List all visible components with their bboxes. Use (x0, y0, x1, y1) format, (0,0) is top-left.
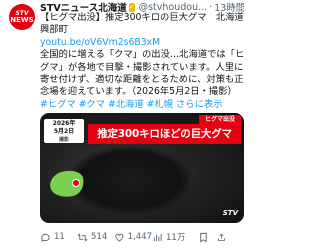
view-count: 11万 (166, 233, 186, 243)
views-button[interactable]: 11万 (152, 229, 198, 245)
share-button[interactable] (217, 229, 229, 245)
retweet-count: 514 (91, 232, 108, 242)
bookmark-icon (200, 232, 207, 242)
post-text-line: グマ」が各地で目撃・撮影されています。人里に (40, 61, 244, 73)
post-text-line: 興部町 (40, 24, 68, 36)
like-count: 1,447 (127, 232, 152, 242)
separator-dot: · (209, 1, 213, 13)
map-pin-icon (72, 179, 80, 187)
media-logo: STV (222, 209, 238, 217)
bookmark-button[interactable] (198, 229, 217, 245)
post-link[interactable]: youtu.be/oV6Vm2s6B3xM (40, 37, 246, 49)
like-button[interactable]: 1,447 (114, 229, 152, 245)
date-day: 5月2日 (53, 128, 75, 135)
retweet-icon (77, 233, 88, 241)
reply-count: 11 (54, 232, 65, 242)
heart-icon (115, 233, 124, 242)
hashtags[interactable]: #ヒグマ #クマ #北海道 #札幌 (40, 99, 173, 110)
views-icon (153, 233, 162, 241)
date-box: 2026年 5月2日 撮影 (44, 119, 84, 143)
post-text-line: 寄せ付けず、適切な距離をとるために、対策も正 (40, 74, 244, 86)
reply-button[interactable]: 11 (40, 229, 77, 245)
post-text-line: 全国的に増える「クマ」の出没…北海道では「ヒ (40, 49, 245, 61)
avatar[interactable]: STV NEWS (9, 4, 35, 30)
post-text: 【ヒグマ出没】推定300キロの巨大グマ 北海道 興部町 youtu.be/oV6… (40, 12, 246, 111)
post-media[interactable]: 2026年 5月2日 撮影 ヒグマ出没 推定300キロほどの巨大グマ STV (40, 113, 244, 223)
map-landmass (47, 167, 87, 201)
avatar-text-bottom: NEWS (10, 15, 34, 24)
date-year: 2026年 (52, 120, 76, 127)
verified-badge-icon: ✓ (128, 2, 135, 12)
post-text-line: 【ヒグマ出没】推定300キロの巨大グマ 北海道 (40, 12, 244, 23)
retweet-button[interactable]: 514 (77, 229, 114, 245)
action-bar: 11 514 1,447 11万 (40, 229, 246, 245)
date-caption: 撮影 (58, 137, 69, 143)
hokkaido-map-icon (46, 165, 90, 205)
account-handle[interactable]: @stvhoudou... (139, 2, 208, 13)
media-banner: 推定300キロほどの巨大グマ (88, 124, 241, 144)
show-more-link[interactable]: さらに表示 (176, 99, 223, 110)
reply-icon (41, 233, 50, 242)
post-text-line: 念場を迎えています。（2026年5月2日・撮影） (40, 86, 237, 98)
share-icon (218, 233, 225, 241)
more-options-icon[interactable]: ··· (231, 1, 244, 12)
